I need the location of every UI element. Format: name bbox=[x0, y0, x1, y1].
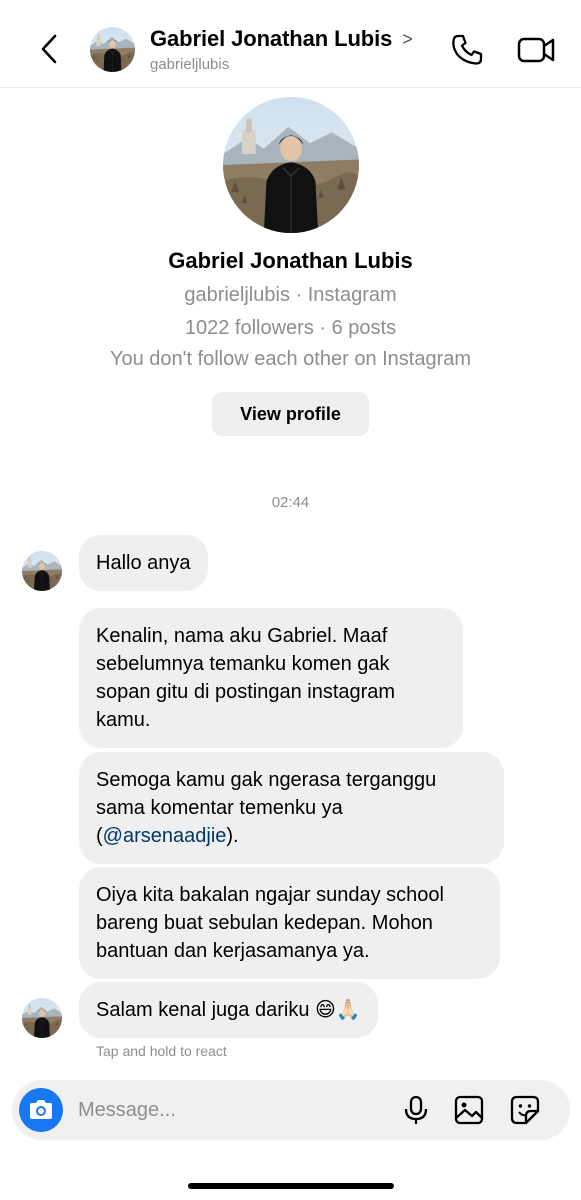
video-call-button[interactable] bbox=[516, 32, 556, 68]
camera-button[interactable] bbox=[19, 1088, 63, 1132]
message-text: Oiya kita bakalan ngajar sunday school b… bbox=[96, 884, 444, 962]
sender-avatar[interactable] bbox=[22, 998, 62, 1038]
audio-call-button[interactable] bbox=[449, 32, 485, 68]
profile-relation: You don't follow each other on Instagram bbox=[109, 348, 472, 370]
phone-icon bbox=[452, 34, 483, 65]
profile-avatar[interactable] bbox=[223, 97, 359, 233]
message-composer bbox=[12, 1080, 570, 1140]
sender-avatar[interactable] bbox=[22, 551, 62, 591]
back-arrow-icon bbox=[41, 34, 57, 64]
chat-header: Gabriel Jonathan Lubis > gabrieljlubis bbox=[0, 0, 581, 88]
message-text: Hallo anya bbox=[96, 552, 191, 574]
message-bubble[interactable]: Kenalin, nama aku Gabriel. Maaf sebelumn… bbox=[79, 608, 463, 748]
message-timestamp: 02:44 bbox=[271, 494, 310, 511]
back-button[interactable] bbox=[34, 30, 64, 68]
message-text: Salam kenal juga dariku 😄🙏🏻 bbox=[96, 999, 361, 1021]
message-text: Kenalin, nama aku Gabriel. Maaf sebelumn… bbox=[96, 625, 396, 731]
image-icon bbox=[454, 1095, 484, 1125]
header-username: gabrieljlubis bbox=[150, 56, 230, 73]
react-hint: Tap and hold to react bbox=[96, 1043, 227, 1059]
message-bubble[interactable]: Hallo anya bbox=[79, 535, 208, 591]
message-input[interactable] bbox=[78, 1094, 378, 1126]
sticker-button[interactable] bbox=[509, 1094, 541, 1126]
home-indicator bbox=[188, 1183, 394, 1189]
header-name: Gabriel Jonathan Lubis bbox=[150, 26, 393, 51]
microphone-icon bbox=[404, 1095, 428, 1124]
voice-message-button[interactable] bbox=[400, 1094, 432, 1126]
message-bubble[interactable]: Salam kenal juga dariku 😄🙏🏻 bbox=[79, 982, 378, 1038]
header-avatar[interactable] bbox=[90, 27, 135, 72]
header-profile-link[interactable]: Gabriel Jonathan Lubis > bbox=[150, 26, 413, 52]
profile-username-line: gabrieljlubis · Instagram bbox=[184, 284, 397, 306]
mention-link[interactable]: @arsenaadjie bbox=[103, 825, 227, 847]
chevron-right-icon: > bbox=[402, 28, 413, 49]
sticker-icon bbox=[510, 1095, 540, 1125]
gallery-button[interactable] bbox=[453, 1094, 485, 1126]
camera-icon bbox=[30, 1100, 52, 1119]
view-profile-button[interactable]: View profile bbox=[212, 392, 369, 436]
profile-stats: 1022 followers · 6 posts bbox=[184, 317, 397, 339]
message-bubble[interactable]: Oiya kita bakalan ngajar sunday school b… bbox=[79, 867, 500, 979]
profile-name: Gabriel Jonathan Lubis bbox=[168, 248, 413, 273]
message-text: ). bbox=[226, 825, 239, 847]
video-camera-icon bbox=[517, 37, 555, 63]
message-bubble[interactable]: Semoga kamu gak ngerasa terganggu sama k… bbox=[79, 752, 504, 864]
